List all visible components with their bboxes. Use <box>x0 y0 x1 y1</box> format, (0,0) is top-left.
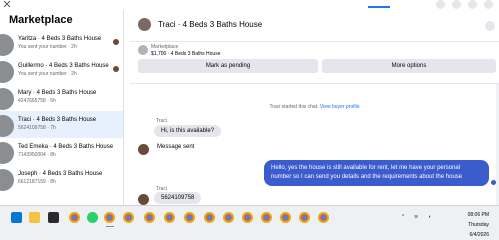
chrome-icon[interactable] <box>204 212 215 223</box>
file-explorer-icon[interactable] <box>29 212 40 223</box>
sender-name: Traci <box>156 118 167 124</box>
clock-day: Thursday <box>468 222 489 228</box>
chrome-icon[interactable] <box>164 212 175 223</box>
chat-header: Traci · 4 Beds 3 Baths House <box>130 10 499 42</box>
clock-time: 08:06 PM <box>467 212 489 218</box>
clock[interactable]: 08:06 PM Thursday 6/4/2026 <box>468 210 489 240</box>
avatar[interactable] <box>138 18 151 31</box>
conversation-item[interactable]: Guillermo · 4 Beds 3 Baths House You sen… <box>0 57 123 84</box>
avatar <box>138 144 149 155</box>
system-message-text: Traci started this chat. <box>269 104 319 110</box>
mark-as-pending-button[interactable]: Mark as pending <box>138 59 318 73</box>
conversation-name: Yaritza · 4 Beds 3 Baths House <box>18 36 102 42</box>
conversation-name: Ted Emeka · 4 Beds 3 Baths House <box>18 144 114 150</box>
whatsapp-icon[interactable] <box>87 212 98 223</box>
my-message-bubble[interactable]: Hello, yes the house is still available … <box>264 160 489 186</box>
tray-chevron-icon[interactable]: ^ <box>402 214 404 220</box>
header-actions <box>482 18 495 36</box>
avatar <box>0 142 14 164</box>
view-buyer-profile-link[interactable]: View buyer profile <box>320 104 360 110</box>
avatar <box>0 88 14 110</box>
sidebar-title: Marketplace <box>9 14 73 26</box>
active-app-indicator <box>106 226 114 227</box>
conversation-preview: 5624109758 · 7h <box>18 125 56 131</box>
chrome-icon[interactable] <box>144 212 155 223</box>
avatar <box>138 194 149 205</box>
listing-thumbnail[interactable] <box>138 45 148 55</box>
chrome-icon[interactable] <box>280 212 291 223</box>
avatar <box>0 115 14 137</box>
messenger-icon[interactable] <box>452 0 461 9</box>
message-bubble[interactable]: 5624109758 <box>154 192 202 204</box>
conversation-preview: You sent your number · 2h <box>18 71 77 77</box>
conversation-preview: 4247665758 · 5h <box>18 98 56 104</box>
app-icon[interactable] <box>48 212 59 223</box>
chrome-icon[interactable] <box>261 212 272 223</box>
menu-icon[interactable] <box>436 0 445 9</box>
browser-top-strip <box>0 0 499 10</box>
conversation-item[interactable]: Joseph · 4 Beds 3 Baths House 6612187159… <box>0 165 123 192</box>
avatar <box>0 34 14 56</box>
listing-banner: Marketplace $1,700 · 4 Beds 3 Baths Hous… <box>130 42 499 84</box>
avatar[interactable] <box>484 0 493 9</box>
seen-avatar <box>113 39 119 45</box>
chrome-icon[interactable] <box>223 212 234 223</box>
windows-start-icon[interactable] <box>11 212 22 223</box>
conversation-sidebar: Marketplace Yaritza · 4 Beds 3 Baths Hou… <box>0 10 124 205</box>
volume-icon[interactable]: ◖ <box>428 214 431 220</box>
conversation-item[interactable]: Ted Emeka · 4 Beds 3 Baths House 7143950… <box>0 138 123 165</box>
chrome-icon[interactable] <box>104 212 115 223</box>
more-icon[interactable] <box>485 21 495 31</box>
notifications-icon[interactable] <box>468 0 477 9</box>
conversation-name: Guillermo · 4 Beds 3 Baths House <box>18 63 109 69</box>
seen-avatar <box>113 66 119 72</box>
chat-title[interactable]: Traci · 4 Beds 3 Baths House <box>158 20 262 29</box>
conversation-preview: 7143950004 · 8h <box>18 152 56 158</box>
chrome-icon[interactable] <box>69 212 80 223</box>
clock-date: 6/4/2026 <box>469 232 489 238</box>
chrome-icon[interactable] <box>242 212 253 223</box>
chrome-icon[interactable] <box>318 212 329 223</box>
avatar <box>0 61 14 83</box>
conversation-item[interactable]: Mary · 4 Beds 3 Baths House 4247665758 ·… <box>0 84 123 111</box>
chat-panel: Traci · 4 Beds 3 Baths House Marketplace… <box>130 10 499 205</box>
listing-price-title[interactable]: $1,700 · 4 Beds 3 Baths House <box>151 51 221 57</box>
conversation-preview: You sent your number · 2h <box>18 44 77 50</box>
chrome-icon[interactable] <box>299 212 310 223</box>
conversation-name: Joseph · 4 Beds 3 Baths House <box>18 171 103 177</box>
wifi-icon[interactable]: ≋ <box>414 214 418 220</box>
listing-label: Marketplace <box>151 44 179 50</box>
chrome-icon[interactable] <box>184 212 195 223</box>
conversation-name: Traci · 4 Beds 3 Baths House <box>18 117 97 123</box>
conversation-item[interactable]: Yaritza · 4 Beds 3 Baths House You sent … <box>0 30 123 57</box>
windows-taskbar: ^ ≋ ◖ 08:06 PM Thursday 6/4/2026 <box>0 205 499 240</box>
avatar <box>0 169 14 191</box>
more-options-button[interactable]: More options <box>322 59 496 73</box>
conversation-preview: 6612187159 · 8h <box>18 179 56 185</box>
close-icon[interactable] <box>3 1 11 7</box>
system-message: Traci started this chat. View buyer prof… <box>130 104 499 110</box>
chrome-icon[interactable] <box>123 212 134 223</box>
active-indicator <box>368 6 390 8</box>
message-sent-text: Message sent <box>157 144 195 150</box>
conversation-name: Mary · 4 Beds 3 Baths House <box>18 90 97 96</box>
message-thread: Traci started this chat. View buyer prof… <box>130 84 499 205</box>
message-bubble[interactable]: Hi, is this available? <box>154 125 222 137</box>
conversation-item-active[interactable]: Traci · 4 Beds 3 Baths House 5624109758 … <box>0 111 123 138</box>
